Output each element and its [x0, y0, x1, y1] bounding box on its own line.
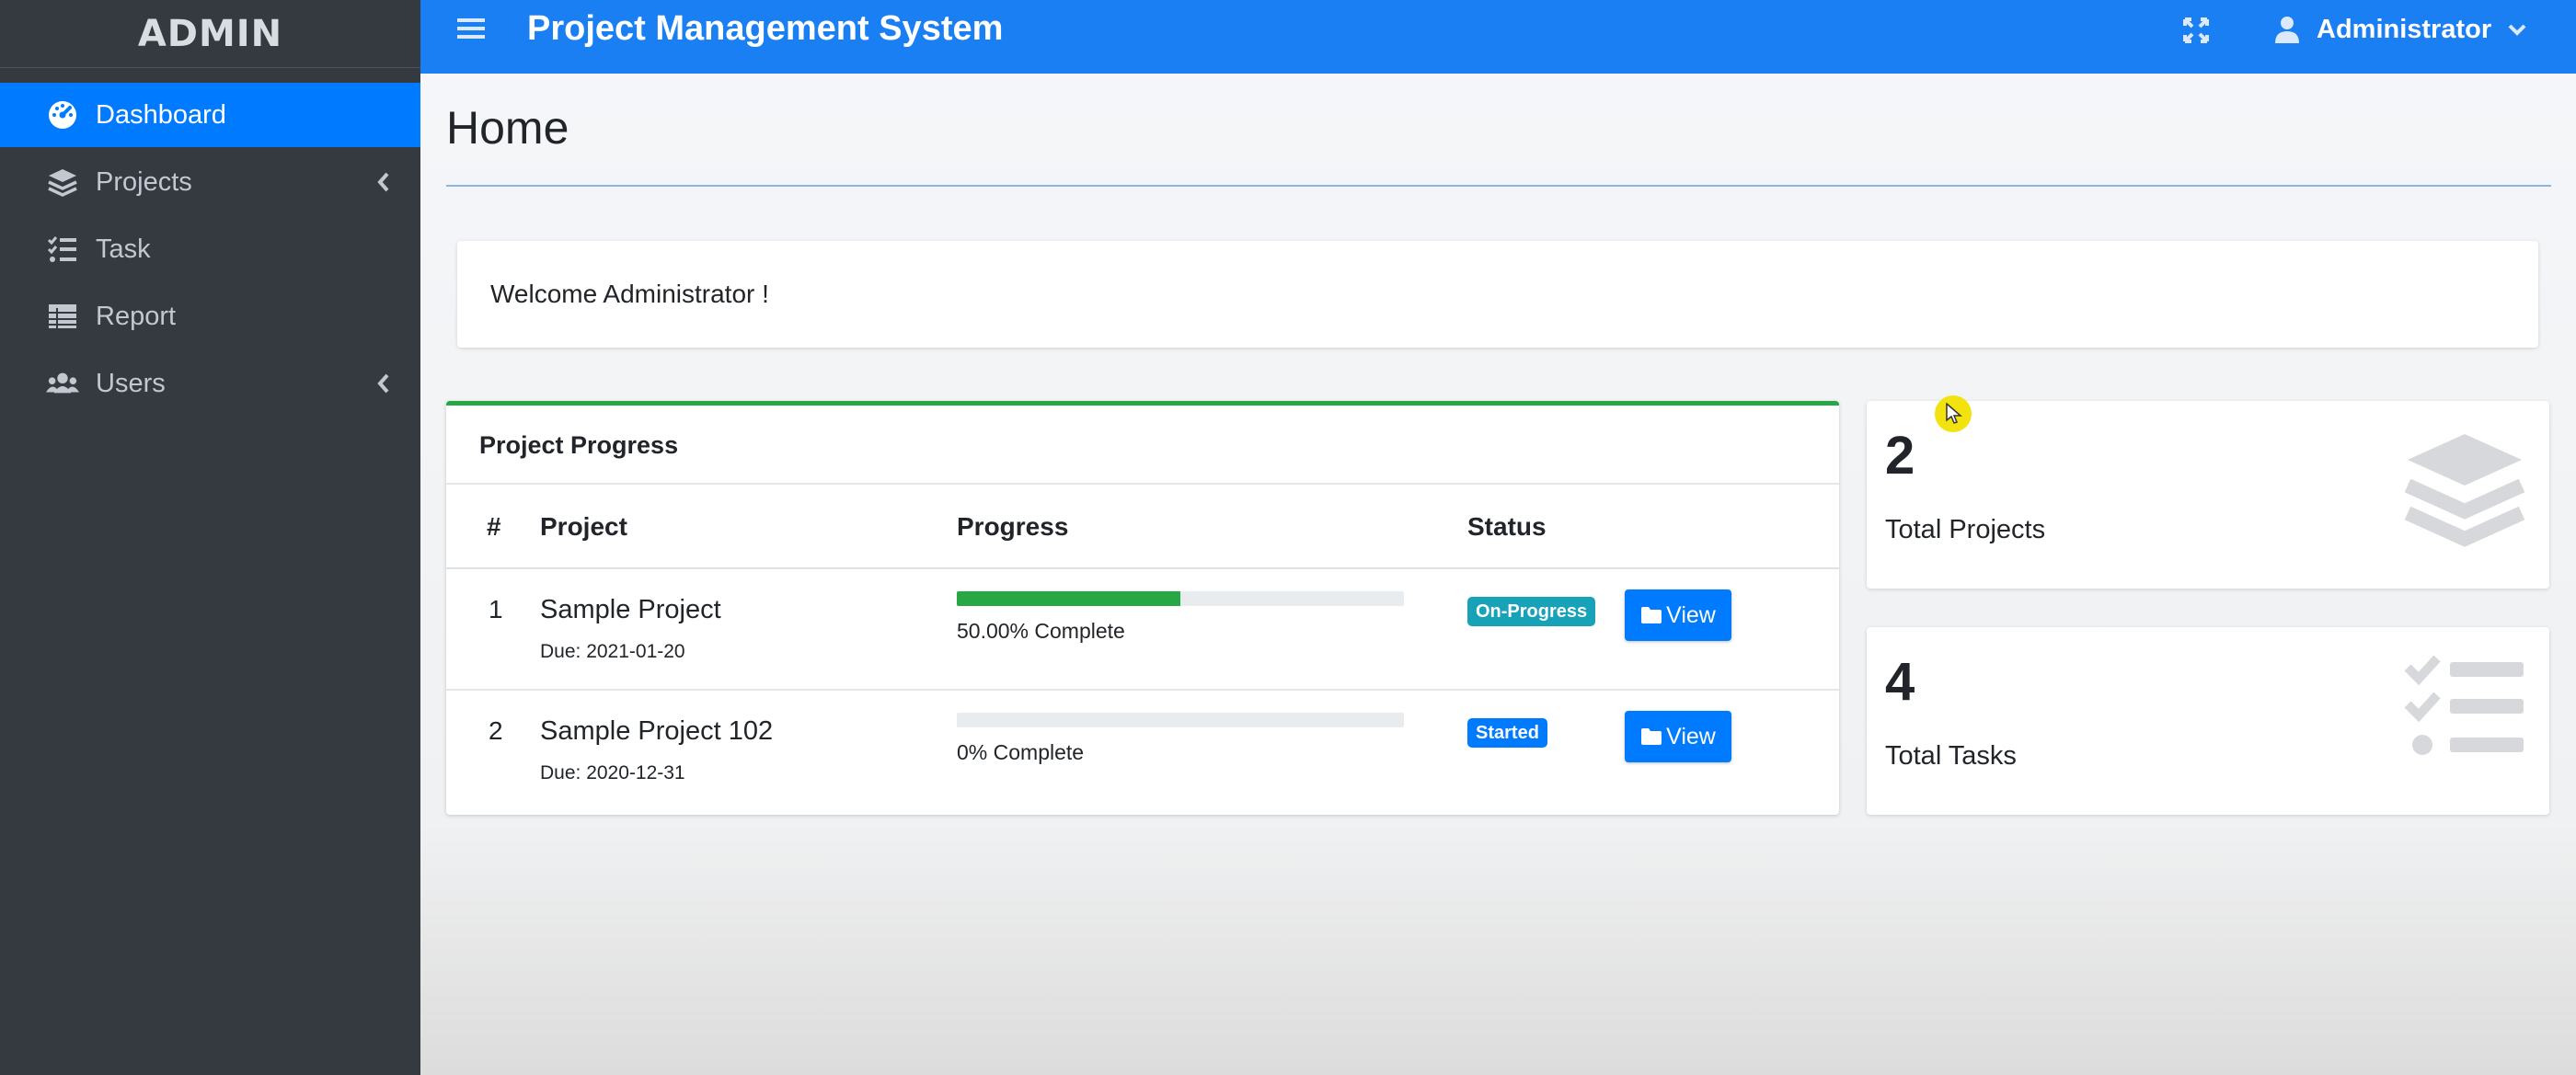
- status-badge: Started: [1467, 718, 1547, 748]
- progress-text: 50.00% Complete: [957, 619, 1125, 643]
- card-title: Project Progress: [479, 431, 679, 459]
- welcome-text: Welcome Administrator !: [490, 280, 769, 308]
- welcome-card: Welcome Administrator !: [457, 241, 2538, 348]
- view-button[interactable]: View: [1625, 589, 1731, 641]
- progress-text: 0% Complete: [957, 740, 1085, 764]
- table-icon: [46, 300, 79, 333]
- tasks-icon: [46, 233, 79, 266]
- sidebar-item-label: Users: [96, 368, 166, 398]
- app-title: Project Management System: [527, 9, 1004, 48]
- fullscreen-icon[interactable]: [2182, 17, 2210, 49]
- users-icon: [46, 367, 79, 400]
- project-progress-card: Project Progress # Project Progress Stat…: [446, 401, 1839, 815]
- layers-icon: [2404, 427, 2525, 553]
- column-header-project: Project: [540, 512, 627, 541]
- layers-icon: [46, 166, 79, 199]
- sidebar-item-projects[interactable]: Projects: [0, 150, 420, 214]
- main-content: Home Welcome Administrator ! Project Pro…: [420, 74, 2576, 1075]
- sidebar-item-label: Projects: [96, 166, 192, 197]
- stat-count: 4: [1885, 652, 1915, 712]
- view-button-label: View: [1666, 601, 1716, 628]
- sidebar-item-label: Dashboard: [96, 99, 226, 130]
- stat-count: 2: [1885, 426, 1915, 486]
- total-projects-card: 2 Total Projects: [1867, 401, 2549, 589]
- column-header-progress: Progress: [957, 512, 1069, 541]
- status-badge: On-Progress: [1467, 597, 1596, 626]
- project-name: Sample Project: [540, 595, 721, 624]
- view-button-label: View: [1666, 723, 1716, 749]
- column-header-number: #: [487, 512, 501, 541]
- sidebar-item-label: Report: [96, 301, 177, 331]
- view-button[interactable]: View: [1625, 711, 1731, 762]
- project-name: Sample Project 102: [540, 716, 774, 746]
- mouse-cursor-highlight: [1935, 395, 1972, 432]
- progress-bar: [957, 591, 1404, 606]
- project-due-date: Due: 2021-01-20: [540, 641, 685, 662]
- tachometer-icon: [46, 98, 79, 132]
- user-icon: [2274, 16, 2300, 43]
- brand[interactable]: ADMIN: [0, 0, 420, 68]
- table-row: 1 Sample Project Due: 2021-01-20 50.00% …: [446, 569, 1839, 691]
- page-title: Home: [446, 102, 569, 154]
- chevron-left-icon: [376, 170, 391, 200]
- sidebar-item-users[interactable]: Users: [0, 351, 420, 416]
- top-navbar: Project Management System Administrator: [420, 0, 2576, 74]
- sidebar: ADMIN Dashboard Projects Task Report Use…: [0, 0, 420, 1075]
- row-number: 1: [489, 595, 503, 623]
- user-name: Administrator: [2317, 14, 2492, 44]
- progress-bar-fill: [957, 591, 1180, 606]
- card-header: Project Progress: [446, 406, 1839, 485]
- folder-icon: [1640, 727, 1662, 746]
- column-header-status: Status: [1467, 512, 1547, 541]
- chevron-left-icon: [376, 372, 391, 402]
- sidebar-item-label: Task: [96, 234, 151, 264]
- table-row: 2 Sample Project 102 Due: 2020-12-31 0% …: [446, 691, 1839, 812]
- progress-bar: [957, 713, 1404, 727]
- table-header: # Project Progress Status: [446, 485, 1839, 569]
- brand-text: ADMIN: [137, 12, 283, 55]
- user-menu[interactable]: Administrator: [2274, 11, 2526, 48]
- project-due-date: Due: 2020-12-31: [540, 762, 685, 783]
- sidebar-nav: Dashboard Projects Task Report Users: [0, 83, 420, 416]
- sidebar-item-report[interactable]: Report: [0, 284, 420, 349]
- stat-label: Total Tasks: [1885, 741, 2017, 771]
- hamburger-menu-icon[interactable]: [457, 17, 485, 45]
- tasks-icon: [2404, 653, 2525, 768]
- sidebar-item-dashboard[interactable]: Dashboard: [0, 83, 420, 147]
- row-number: 2: [489, 716, 503, 745]
- chevron-down-icon: [2508, 23, 2526, 36]
- folder-icon: [1640, 606, 1662, 624]
- sidebar-item-task[interactable]: Task: [0, 217, 420, 281]
- total-tasks-card: 4 Total Tasks: [1867, 627, 2549, 815]
- title-divider: [446, 185, 2551, 187]
- stat-label: Total Projects: [1885, 515, 2046, 544]
